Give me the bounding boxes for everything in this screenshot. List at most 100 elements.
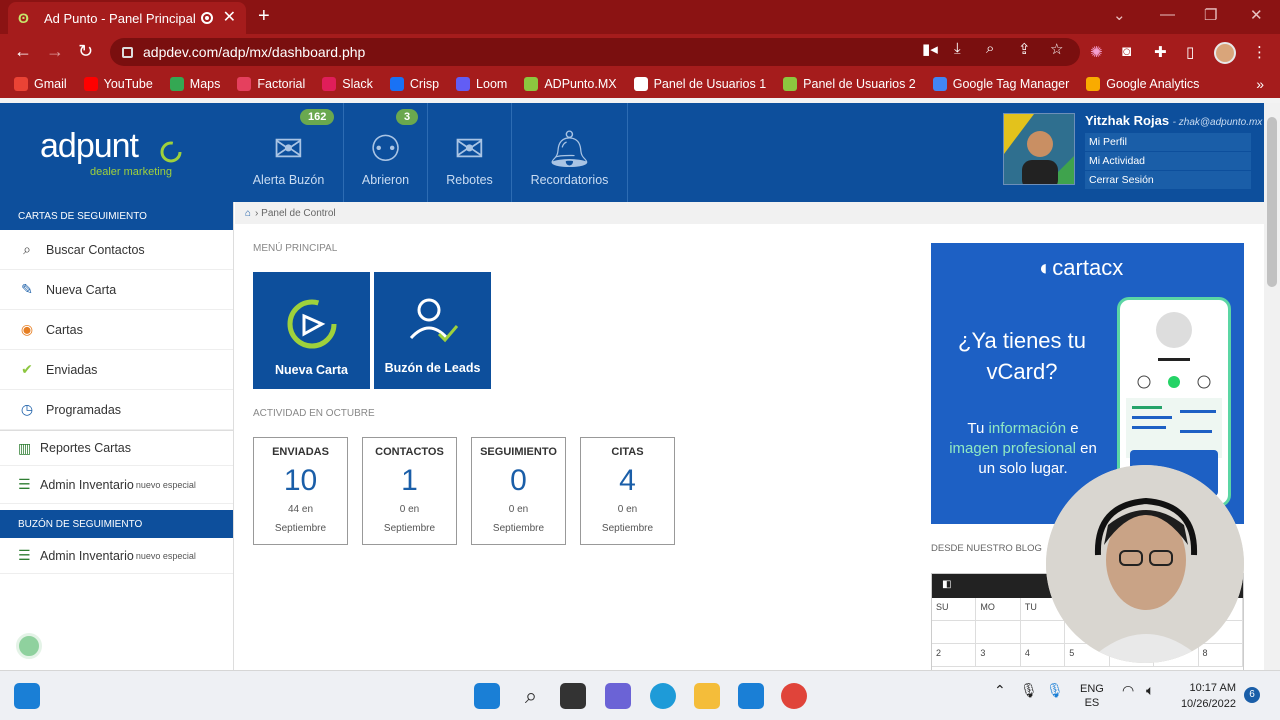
chrome-icon[interactable] — [781, 683, 807, 709]
stat-contactos[interactable]: CONTACTOS 1 0 en Septiembre — [362, 437, 457, 545]
install-icon[interactable]: ⤓ — [954, 40, 961, 57]
header-alerta-buzon[interactable]: ✉ Alerta Buzón 162 — [234, 103, 344, 202]
forward-icon[interactable]: → — [46, 41, 64, 61]
tile-label: Nueva Carta — [275, 363, 348, 377]
extension-color-icon[interactable]: ✺ — [1090, 43, 1103, 61]
tile-nueva-carta[interactable]: Nueva Carta — [253, 272, 370, 389]
menu-icon[interactable]: ⋮ — [1252, 43, 1267, 61]
bookmark-item[interactable]: Slack — [322, 77, 373, 91]
envelope-icon: ✉ — [273, 128, 304, 169]
bookmark-star-icon[interactable]: ☆ — [1050, 40, 1063, 58]
stat-month: Septiembre — [274, 523, 327, 534]
calendar-cell[interactable] — [1020, 621, 1066, 644]
header-abrieron[interactable]: ⚇ Abrieron 3 — [344, 103, 428, 202]
activity-title: ACTIVIDAD EN OCTUBRE — [253, 408, 375, 419]
user-name-text: Yitzhak Rojas — [1085, 113, 1170, 128]
sidebar-item-reportes-cartas[interactable]: ▥ Reportes Cartas — [0, 430, 233, 466]
stat-enviadas[interactable]: ENVIADAS 10 44 en Septiembre — [253, 437, 348, 545]
back-icon[interactable]: ← — [14, 41, 32, 61]
sidebar-item-cartas[interactable]: ◉ Cartas — [0, 310, 233, 350]
tile-buzon-leads[interactable]: Buzón de Leads — [374, 272, 491, 389]
sidebar-item-programadas[interactable]: ◷ Programadas — [0, 390, 233, 430]
calendar-cell[interactable]: 4 — [1020, 644, 1066, 667]
cartacx-mark-icon: ◐ — [1039, 255, 1053, 280]
notification-bell-button[interactable] — [16, 633, 42, 659]
start-icon[interactable] — [474, 683, 500, 709]
bookmark-item[interactable]: Panel de Usuarios 2 — [783, 77, 916, 91]
bookmark-item[interactable]: Loom — [456, 77, 507, 91]
blog-section-title: DESDE NUESTRO BLOG — [931, 543, 1042, 554]
breadcrumb-current[interactable]: Panel de Control — [261, 208, 336, 219]
sidebar-item-admin-inventario-2[interactable]: ☰ Admin Inventario nuevo especial — [0, 538, 233, 574]
system-clock[interactable]: 10:17 AM 10/26/2022 — [1181, 680, 1236, 712]
cerrar-sesion-link[interactable]: Cerrar Sesión — [1085, 171, 1251, 190]
bookmark-item[interactable]: YouTube — [83, 77, 153, 91]
calendar-cell[interactable]: SU — [932, 598, 977, 621]
microphone-icon[interactable]: 🎙︎ — [1020, 682, 1038, 699]
profile-avatar[interactable] — [1214, 42, 1236, 64]
tray-overflow-icon[interactable]: ⌃ — [994, 682, 1006, 699]
screenshot-icon[interactable]: ◙ — [1122, 43, 1131, 60]
bookmark-item[interactable]: Gmail — [14, 77, 67, 91]
calendar-cell[interactable]: 3 — [976, 644, 1021, 667]
new-tab-button[interactable]: + — [258, 6, 270, 26]
bookmark-item[interactable]: Factorial — [237, 77, 305, 91]
bookmark-item[interactable]: Crisp — [389, 77, 439, 91]
sidebar-item-admin-inventario[interactable]: ☰ Admin Inventario nuevo especial — [0, 466, 233, 504]
header-recordatorios[interactable]: 🔔︎ Recordatorios — [512, 103, 628, 202]
mi-perfil-link[interactable]: Mi Perfil — [1085, 133, 1251, 152]
close-tab-icon[interactable]: ✕ — [223, 10, 236, 26]
mi-actividad-link[interactable]: Mi Actividad — [1085, 152, 1251, 171]
mail-icon[interactable] — [738, 683, 764, 709]
zoom-icon[interactable]: ⌕ — [986, 40, 994, 57]
calendar-cell[interactable]: 2 — [932, 644, 977, 667]
bookmark-favicon-icon — [237, 77, 252, 91]
microphone-active-icon[interactable]: 🎙︎ — [1046, 682, 1064, 699]
minimize-button[interactable]: — — [1160, 6, 1175, 23]
search-icon[interactable]: ⌕ — [518, 683, 544, 709]
calendar-cell[interactable] — [932, 621, 977, 644]
browser-tab[interactable]: ʘ Ad Punto - Panel Principal ✕ — [8, 2, 246, 34]
teams-icon[interactable] — [605, 683, 631, 709]
sidebar-item-buscar-contactos[interactable]: ⌕ Buscar Contactos — [0, 230, 233, 270]
sidebar-item-enviadas[interactable]: ✔ Enviadas — [0, 350, 233, 390]
bookmark-item[interactable]: Panel de Usuarios 1 — [633, 77, 766, 91]
adpunto-logo[interactable]: adpunt dealer marketing — [40, 129, 190, 179]
calendar-cell[interactable]: MO — [976, 598, 1021, 621]
home-icon[interactable]: ⌂ — [245, 208, 251, 219]
restore-button[interactable]: ❐ — [1204, 6, 1217, 24]
more-bookmarks-icon[interactable]: » — [1256, 76, 1264, 92]
webcam-overlay — [1046, 465, 1244, 663]
calendar-prev-icon[interactable]: ◧ — [942, 579, 951, 590]
scrollbar-thumb[interactable] — [1267, 117, 1277, 287]
extensions-puzzle-icon[interactable]: ✚ — [1154, 43, 1167, 61]
window-close-button[interactable]: ✕ — [1250, 6, 1263, 24]
wifi-icon[interactable]: ◠ — [1122, 682, 1134, 699]
calendar-cell[interactable]: 8 — [1198, 644, 1243, 667]
stat-citas[interactable]: CITAS 4 0 en Septiembre — [580, 437, 675, 545]
sidebar-item-nueva-carta[interactable]: ✎ Nueva Carta — [0, 270, 233, 310]
bookmark-item[interactable]: Maps — [169, 77, 220, 91]
camera-icon[interactable]: ▮◂ — [922, 40, 938, 58]
bookmark-favicon-icon — [1086, 77, 1101, 91]
header-rebotes[interactable]: ✉ Rebotes — [428, 103, 512, 202]
widgets-icon[interactable] — [14, 683, 40, 709]
language-indicator[interactable]: ENG ES — [1080, 682, 1104, 710]
reload-icon[interactable]: ↻ — [78, 41, 93, 61]
file-explorer-icon[interactable] — [694, 683, 720, 709]
bookmark-item[interactable]: ADPunto.MX — [524, 77, 617, 91]
tab-search-icon[interactable]: ⌄ — [1113, 6, 1126, 24]
stat-seguimiento[interactable]: SEGUIMIENTO 0 0 en Septiembre — [471, 437, 566, 545]
calendar-cell[interactable] — [976, 621, 1021, 644]
share-icon[interactable]: ⇪ — [1018, 40, 1031, 58]
bookmark-item[interactable]: Google Analytics — [1086, 77, 1199, 91]
task-view-icon[interactable] — [560, 683, 586, 709]
sidepanel-icon[interactable]: ▯ — [1186, 43, 1194, 61]
volume-icon[interactable]: 🔈︎ — [1146, 682, 1154, 699]
page-scrollbar[interactable] — [1264, 103, 1280, 670]
count-badge: 3 — [396, 109, 419, 125]
bookmark-item[interactable]: Google Tag Manager — [932, 77, 1069, 91]
notification-count-badge[interactable]: 6 — [1244, 687, 1260, 703]
bookmark-favicon-icon — [83, 77, 98, 91]
edge-icon[interactable] — [650, 683, 676, 709]
